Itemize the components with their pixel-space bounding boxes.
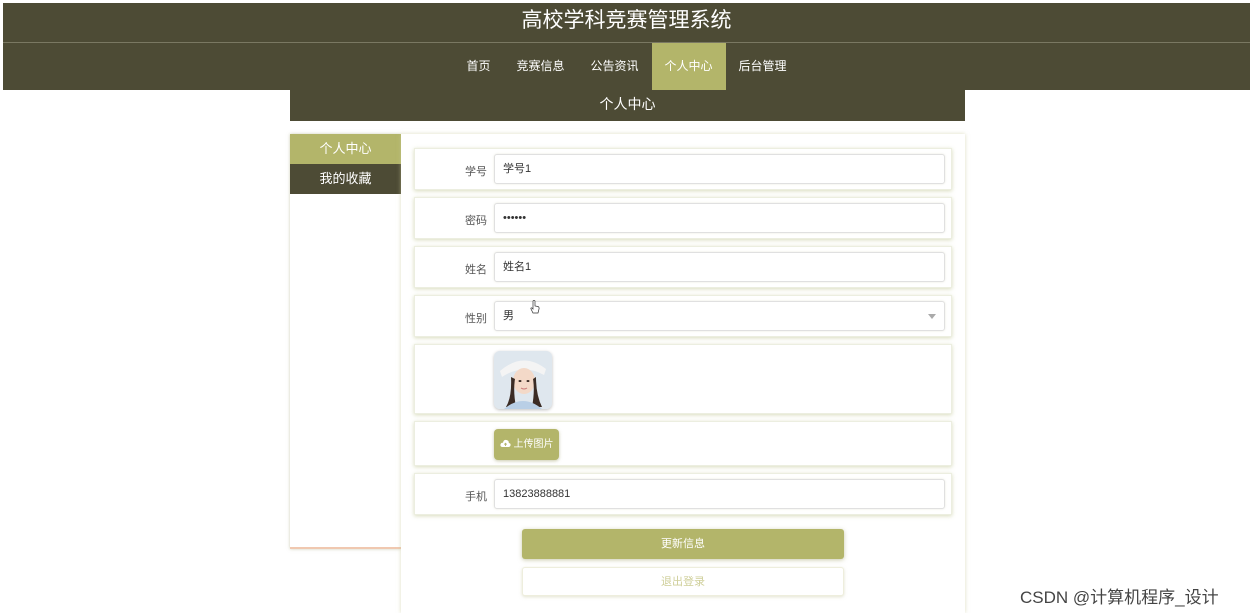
cloud-upload-icon xyxy=(499,439,511,447)
phone-input[interactable]: 13823888881 xyxy=(494,479,945,509)
upload-image-button[interactable]: 上传图片 xyxy=(494,429,559,460)
student-id-input[interactable]: 学号1 xyxy=(494,154,945,184)
phone-row: 手机 13823888881 xyxy=(414,473,952,515)
password-input[interactable]: •••••• xyxy=(494,203,945,233)
logout-button[interactable]: 退出登录 xyxy=(522,567,844,596)
gender-label: 性别 xyxy=(465,313,487,325)
nav-item-personal-center[interactable]: 个人中心 xyxy=(651,43,726,90)
update-info-button[interactable]: 更新信息 xyxy=(522,529,844,559)
password-label: 密码 xyxy=(465,215,487,227)
name-label: 姓名 xyxy=(465,264,487,276)
avatar-image xyxy=(494,351,552,409)
gender-select[interactable]: 男 xyxy=(494,301,945,331)
student-id-row: 学号 学号1 xyxy=(414,148,952,190)
name-input[interactable]: 姓名1 xyxy=(494,252,945,282)
chevron-down-icon xyxy=(928,314,936,319)
site-title: 高校学科竞赛管理系统 xyxy=(3,3,1250,43)
nav-item-home[interactable]: 首页 xyxy=(453,43,503,90)
site-header: 高校学科竞赛管理系统 首页 竞赛信息 公告资讯 个人中心 后台管理 xyxy=(3,3,1250,90)
nav-item-competitions[interactable]: 竞赛信息 xyxy=(503,43,577,90)
password-row: 密码 •••••• xyxy=(414,197,952,239)
watermark: CSDN @计算机程序_设计 xyxy=(1020,588,1219,607)
page-banner: 个人中心 xyxy=(290,90,965,121)
student-id-label: 学号 xyxy=(465,166,487,178)
sidebar: 个人中心 我的收藏 xyxy=(290,134,401,549)
sidebar-item-favorites[interactable]: 我的收藏 xyxy=(290,164,401,194)
sidebar-item-personal-center[interactable]: 个人中心 xyxy=(290,134,401,164)
upload-image-label: 上传图片 xyxy=(513,439,554,450)
gender-select-value: 男 xyxy=(503,310,514,322)
nav-item-admin[interactable]: 后台管理 xyxy=(726,43,800,90)
avatar-row xyxy=(414,344,952,414)
main-nav: 首页 竞赛信息 公告资讯 个人中心 后台管理 xyxy=(3,43,1250,90)
upload-row: 上传图片 xyxy=(414,421,952,466)
name-row: 姓名 姓名1 xyxy=(414,246,952,288)
nav-item-announcements[interactable]: 公告资讯 xyxy=(577,43,651,90)
avatar-portrait-icon xyxy=(494,351,552,409)
phone-label: 手机 xyxy=(465,491,487,503)
hand-cursor-icon xyxy=(530,300,540,314)
gender-row: 性别 男 xyxy=(414,295,952,337)
